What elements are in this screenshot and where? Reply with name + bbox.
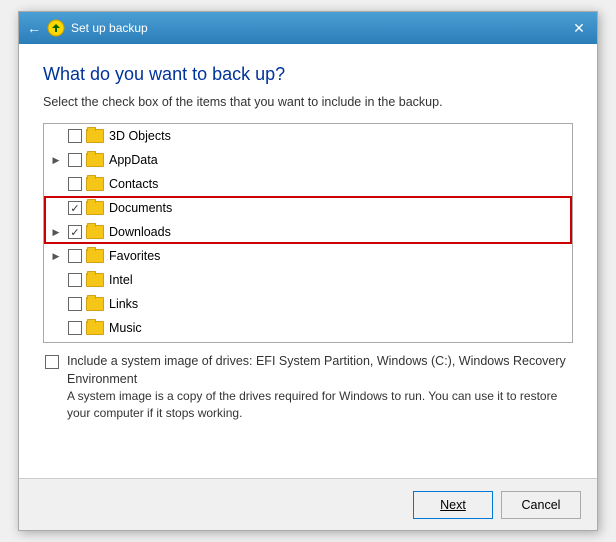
folder-icon-music [86, 321, 104, 335]
item-label-3d-objects: 3D Objects [109, 129, 171, 143]
item-label-links: Links [109, 297, 138, 311]
list-item-downloads[interactable]: ▶ ✓ Downloads [44, 220, 572, 244]
page-subtitle: Select the check box of the items that y… [43, 95, 573, 109]
system-image-section: Include a system image of drives: EFI Sy… [43, 353, 573, 422]
item-label-music: Music [109, 321, 142, 335]
next-label: Next [440, 498, 466, 512]
folder-icon-favorites [86, 249, 104, 263]
folder-icon-documents [86, 201, 104, 215]
next-button[interactable]: Next [413, 491, 493, 519]
system-image-text: Include a system image of drives: EFI Sy… [67, 353, 571, 422]
list-item-links[interactable]: Links [44, 292, 572, 316]
footer: Next Cancel [19, 478, 597, 530]
checkbox-music[interactable] [68, 321, 82, 335]
content-area: What do you want to back up? Select the … [19, 44, 597, 478]
checkbox-favorites[interactable] [68, 249, 82, 263]
back-button[interactable]: ← [27, 20, 41, 36]
system-image-label: Include a system image of drives: EFI Sy… [67, 354, 566, 386]
main-window: ← Set up backup ✕ What do you want to ba… [18, 11, 598, 531]
system-image-description: A system image is a copy of the drives r… [67, 389, 557, 420]
expand-arrow-appdata[interactable]: ▶ [48, 155, 64, 166]
item-label-intel: Intel [109, 273, 133, 287]
folder-icon-links [86, 297, 104, 311]
list-item-favorites[interactable]: ▶ Favorites [44, 244, 572, 268]
list-item-3d-objects[interactable]: 3D Objects [44, 124, 572, 148]
item-label-downloads: Downloads [109, 225, 171, 239]
list-item-contacts[interactable]: Contacts [44, 172, 572, 196]
list-item-documents[interactable]: ✓ Documents [44, 196, 572, 220]
list-item-appdata[interactable]: ▶ AppData [44, 148, 572, 172]
page-title: What do you want to back up? [43, 64, 573, 85]
item-label-documents: Documents [109, 201, 172, 215]
items-wrapper: 3D Objects ▶ AppData Contacts ✓ Documents ▶ ✓ Do… [44, 124, 572, 343]
backup-icon [47, 19, 65, 37]
expand-arrow-downloads[interactable]: ▶ [48, 227, 64, 238]
checkbox-links[interactable] [68, 297, 82, 311]
cancel-label: Cancel [522, 498, 561, 512]
cancel-button[interactable]: Cancel [501, 491, 581, 519]
expand-arrow-favorites[interactable]: ▶ [48, 251, 64, 262]
items-list[interactable]: 3D Objects ▶ AppData Contacts ✓ Documents ▶ ✓ Do… [43, 123, 573, 343]
item-label-appdata: AppData [109, 153, 158, 167]
folder-icon-contacts [86, 177, 104, 191]
window-title: Set up backup [71, 21, 148, 35]
folder-icon-appdata [86, 153, 104, 167]
checkbox-documents[interactable]: ✓ [68, 201, 82, 215]
list-item-onedrive[interactable]: ▶OneDrive - Family [44, 340, 572, 343]
checkbox-downloads[interactable]: ✓ [68, 225, 82, 239]
checkbox-3d-objects[interactable] [68, 129, 82, 143]
list-item-music[interactable]: Music [44, 316, 572, 340]
folder-icon-downloads [86, 225, 104, 239]
title-bar: ← Set up backup ✕ [19, 12, 597, 44]
folder-icon-3d-objects [86, 129, 104, 143]
system-image-checkbox[interactable] [45, 355, 59, 369]
folder-icon-intel [86, 273, 104, 287]
item-label-contacts: Contacts [109, 177, 158, 191]
checkbox-appdata[interactable] [68, 153, 82, 167]
checkbox-contacts[interactable] [68, 177, 82, 191]
item-label-favorites: Favorites [109, 249, 160, 263]
close-button[interactable]: ✕ [569, 18, 589, 38]
list-item-intel[interactable]: Intel [44, 268, 572, 292]
checkbox-intel[interactable] [68, 273, 82, 287]
